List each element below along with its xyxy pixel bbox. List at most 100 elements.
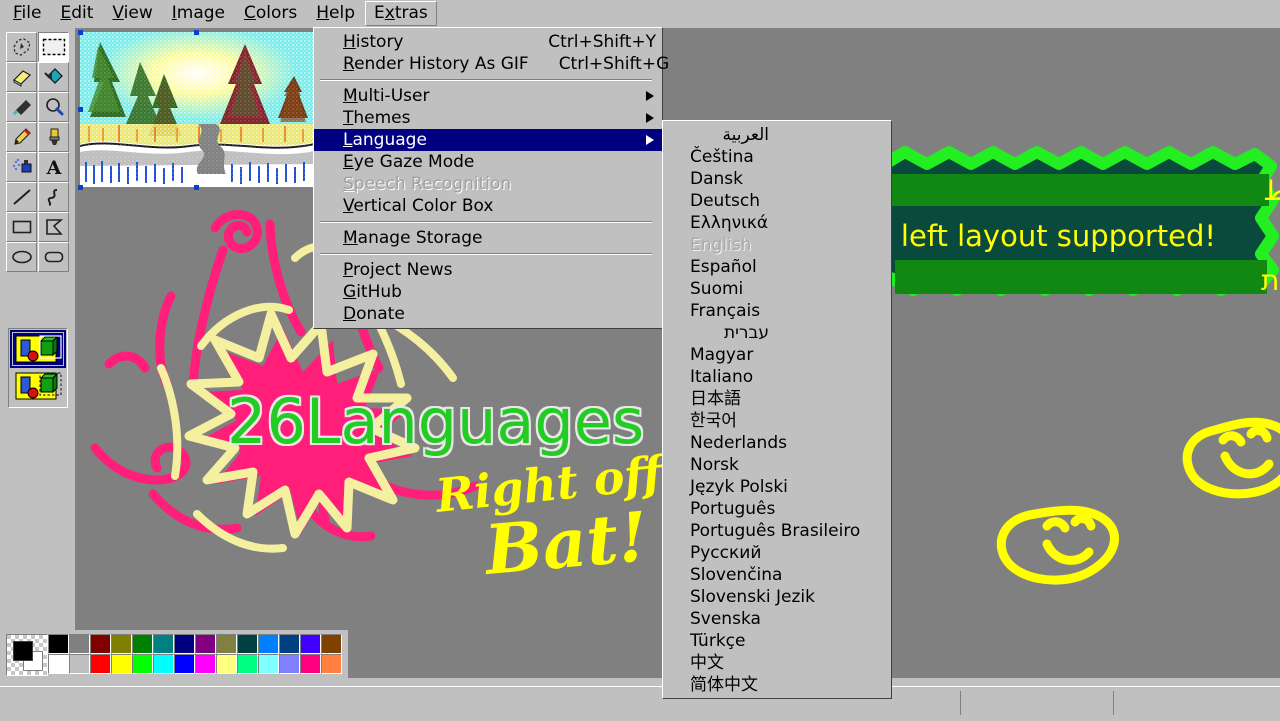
language-item-עברית[interactable]: עברית xyxy=(663,322,891,344)
palette-swatch[interactable] xyxy=(132,634,153,654)
language-item-dansk[interactable]: Dansk xyxy=(663,168,891,190)
palette-swatch[interactable] xyxy=(258,634,279,654)
language-item-suomi[interactable]: Suomi xyxy=(663,278,891,300)
language-item-slovenčina[interactable]: Slovenčina xyxy=(663,564,891,586)
tool-airbrush[interactable] xyxy=(6,152,37,182)
menu-item-multi-user[interactable]: Multi-User xyxy=(314,85,662,107)
tool-magnifier[interactable] xyxy=(38,92,69,122)
menubar-item-colors[interactable]: Colors xyxy=(235,1,306,26)
language-item-svenska[interactable]: Svenska xyxy=(663,608,891,630)
palette-swatch[interactable] xyxy=(321,634,342,654)
palette-swatch-color xyxy=(280,655,299,673)
palette-swatch[interactable] xyxy=(111,634,132,654)
menu-item-label: Speech Recognition xyxy=(343,174,511,194)
language-item-deutsch[interactable]: Deutsch xyxy=(663,190,891,212)
palette-swatch[interactable] xyxy=(195,634,216,654)
headline-word: Languages xyxy=(306,385,644,458)
palette-swatch[interactable] xyxy=(153,654,174,674)
menu-item-github[interactable]: GitHub xyxy=(314,281,662,303)
tool-rectangle[interactable] xyxy=(6,212,37,242)
palette-swatch[interactable] xyxy=(132,654,153,674)
palette-swatch[interactable] xyxy=(48,654,69,674)
palette-swatch[interactable] xyxy=(237,654,258,674)
palette-swatch[interactable] xyxy=(111,654,132,674)
tool-brush[interactable] xyxy=(38,122,69,152)
palette-swatch[interactable] xyxy=(174,634,195,654)
palette-swatch[interactable] xyxy=(69,654,90,674)
menu-item-manage-storage[interactable]: Manage Storage xyxy=(314,227,662,249)
language-item-magyar[interactable]: Magyar xyxy=(663,344,891,366)
menubar-item-view[interactable]: View xyxy=(103,1,161,26)
palette-swatch[interactable] xyxy=(216,654,237,674)
language-item-português-brasileiro[interactable]: Português Brasileiro xyxy=(663,520,891,542)
palette-swatch[interactable] xyxy=(300,634,321,654)
menu-item-vertical-color-box[interactable]: Vertical Color Box xyxy=(314,195,662,217)
palette-swatch[interactable] xyxy=(300,654,321,674)
palette-swatch[interactable] xyxy=(90,634,111,654)
language-item-中文[interactable]: 中文 xyxy=(663,652,891,674)
tool-text[interactable]: A xyxy=(38,152,69,182)
language-item-português[interactable]: Português xyxy=(663,498,891,520)
menubar-item-file[interactable]: File xyxy=(4,1,50,26)
tool-ellipse[interactable] xyxy=(6,242,37,272)
menu-item-donate[interactable]: Donate xyxy=(314,303,662,325)
language-item-türkçe[interactable]: Türkçe xyxy=(663,630,891,652)
palette-swatch[interactable] xyxy=(90,654,111,674)
menu-item-shortcut: Ctrl+Shift+Y xyxy=(518,32,656,52)
tool-color-picker[interactable] xyxy=(6,92,37,122)
bubble-highlight-hebrew xyxy=(895,260,1267,294)
palette-swatch[interactable] xyxy=(153,634,174,654)
language-item-简体中文[interactable]: 简体中文 xyxy=(663,674,891,696)
extras-dropdown-menu[interactable]: HistoryCtrl+Shift+YRender History As GIF… xyxy=(313,27,663,329)
foreground-background-swatch[interactable] xyxy=(6,634,48,676)
tool-line[interactable] xyxy=(6,182,37,212)
language-submenu[interactable]: العربيةČeštinaDanskDeutschΕλληνικάEnglis… xyxy=(662,120,892,699)
palette-swatch[interactable] xyxy=(48,634,69,654)
palette-swatch[interactable] xyxy=(69,634,90,654)
language-item-ελληνικά[interactable]: Ελληνικά xyxy=(663,212,891,234)
tool-eraser[interactable] xyxy=(6,62,37,92)
bubble-text-hebrew: פריסה מימין לשמאל נתמכת xyxy=(1261,264,1280,297)
palette-swatch-color xyxy=(133,635,152,653)
tool-rectangle-select[interactable] xyxy=(38,32,69,62)
menubar-item-edit[interactable]: Edit xyxy=(51,1,102,26)
language-item-русский[interactable]: Русский xyxy=(663,542,891,564)
palette-swatch[interactable] xyxy=(237,634,258,654)
menu-item-themes[interactable]: Themes xyxy=(314,107,662,129)
language-item-język-polski[interactable]: Język Polski xyxy=(663,476,891,498)
menubar-item-help[interactable]: Help xyxy=(307,1,364,26)
option-transparent-selection[interactable] xyxy=(12,369,64,403)
palette-swatch[interactable] xyxy=(279,634,300,654)
palette-swatch[interactable] xyxy=(195,654,216,674)
menubar-item-extras[interactable]: Extras xyxy=(365,1,437,26)
menu-item-render-history-as-gif[interactable]: Render History As GIFCtrl+Shift+G xyxy=(314,53,662,75)
tool-pencil[interactable] xyxy=(6,122,37,152)
option-opaque-selection[interactable] xyxy=(12,332,64,366)
menu-item-project-news[interactable]: Project News xyxy=(314,259,662,281)
palette-swatch[interactable] xyxy=(321,654,342,674)
menu-item-eye-gaze-mode[interactable]: Eye Gaze Mode xyxy=(314,151,662,173)
tool-free-form-select[interactable] xyxy=(6,32,37,62)
tool-fill[interactable] xyxy=(38,62,69,92)
language-item-nederlands[interactable]: Nederlands xyxy=(663,432,891,454)
foreground-color-swatch[interactable] xyxy=(13,641,33,661)
language-item-español[interactable]: Español xyxy=(663,256,891,278)
language-item-한국어[interactable]: 한국어 xyxy=(663,410,891,432)
palette-swatch[interactable] xyxy=(279,654,300,674)
language-item-čeština[interactable]: Čeština xyxy=(663,146,891,168)
tool-rounded-rectangle[interactable] xyxy=(38,242,69,272)
language-item-日本語[interactable]: 日本語 xyxy=(663,388,891,410)
tool-polygon[interactable] xyxy=(38,212,69,242)
language-item-italiano[interactable]: Italiano xyxy=(663,366,891,388)
menu-item-language[interactable]: Language xyxy=(314,129,662,151)
language-item-العربية[interactable]: العربية xyxy=(663,124,891,146)
language-item-français[interactable]: Français xyxy=(663,300,891,322)
language-item-slovenski-jezik[interactable]: Slovenski Jezik xyxy=(663,586,891,608)
palette-swatch[interactable] xyxy=(174,654,195,674)
palette-swatch[interactable] xyxy=(258,654,279,674)
tool-curve[interactable] xyxy=(38,182,69,212)
menubar-item-image[interactable]: Image xyxy=(163,1,234,26)
menu-item-history[interactable]: HistoryCtrl+Shift+Y xyxy=(314,31,662,53)
palette-swatch[interactable] xyxy=(216,634,237,654)
language-item-norsk[interactable]: Norsk xyxy=(663,454,891,476)
